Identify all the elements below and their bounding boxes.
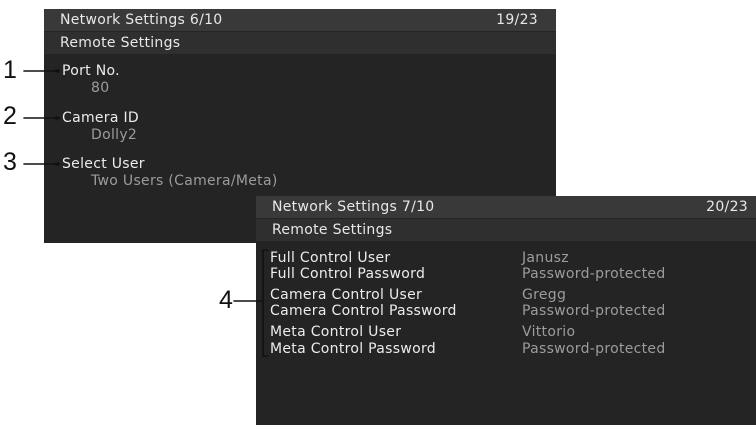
callout-lines bbox=[23, 69, 269, 357]
callout-4-bracket bbox=[262, 249, 269, 357]
